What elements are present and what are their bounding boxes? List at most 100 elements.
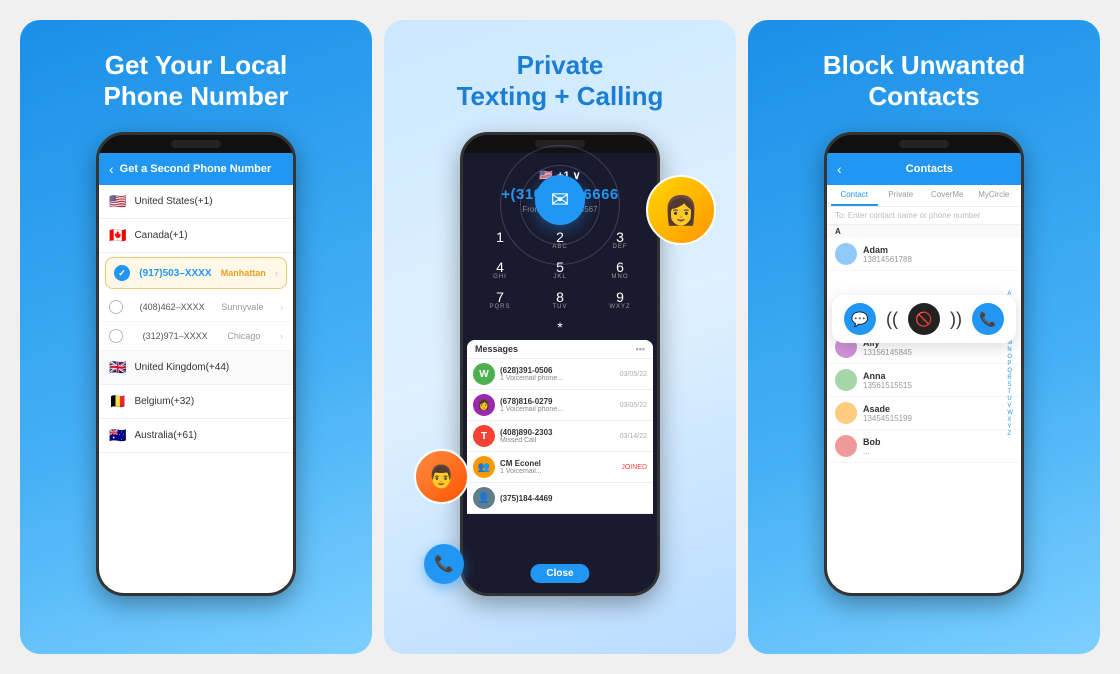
contact-info-anna: Anna 13561515515 [863, 371, 1013, 390]
arrow-icon-3: › [280, 331, 283, 341]
caller-avatar: 👩 [646, 175, 716, 245]
selected-location: Manhattan [221, 268, 266, 278]
phone3: ‹ Contacts Contact Private CoverMe MyCir… [824, 132, 1024, 596]
panel1-title: Get Your Local Phone Number [104, 50, 289, 112]
paren-left: (( [886, 309, 898, 330]
contact-adam[interactable]: Adam 13814561788 [827, 238, 1021, 271]
phone3-notch [827, 135, 1021, 153]
screen1-header: ‹ Get a Second Phone Number [99, 153, 293, 185]
contacts-list: Adam 13814561788 💬 (( 🚫 )) 📞 [827, 238, 1021, 463]
msg-avatar-2: T [473, 425, 495, 447]
option-number-1: (408)462–XXXX [140, 302, 205, 312]
tab-mycircle[interactable]: MyCircle [971, 185, 1018, 206]
country-australia[interactable]: 🇦🇺 Australia(+61) [99, 419, 293, 453]
msg-content-4: (375)184-4469 [500, 494, 642, 503]
country-belgium[interactable]: 🇧🇪 Belgium(+32) [99, 385, 293, 419]
option-location-1: Sunnyvale [221, 302, 263, 312]
key-9[interactable]: 9WXYZ [591, 286, 649, 314]
selected-number: (917)503–XXXX [139, 268, 211, 279]
contact-avatar-asade [835, 402, 857, 424]
contact-anna[interactable]: Anna 13561515515 [827, 364, 1021, 397]
arrow-icon: › [275, 268, 278, 278]
paren-right: )) [950, 309, 962, 330]
tab-contact[interactable]: Contact [831, 185, 878, 206]
country-belgium-label: Belgium(+32) [134, 396, 194, 407]
msg-row-3[interactable]: 👥 CM Econel 1 Voicemail... JOINED [467, 452, 653, 483]
msg-row-0[interactable]: W (628)391-0506 1 Voicemail phone... 03/… [467, 359, 653, 390]
tab-coverme[interactable]: CoverMe [924, 185, 971, 206]
contact-asade[interactable]: Asade 13454515199 [827, 397, 1021, 430]
screen3: ‹ Contacts Contact Private CoverMe MyCir… [827, 153, 1021, 593]
contacts-header-title: Contacts [848, 163, 1011, 175]
panel-block-contacts: Block Unwanted Contacts ‹ Contacts Conta… [748, 20, 1100, 654]
panel3-title: Block Unwanted Contacts [823, 50, 1025, 112]
flag-belgium: 🇧🇪 [109, 393, 126, 410]
contact-phone-ally: 13156145845 [863, 348, 1013, 357]
flag-australia: 🇦🇺 [109, 427, 126, 444]
key-8[interactable]: 8TUV [531, 286, 589, 314]
contact-name-asade: Asade [863, 404, 1013, 414]
country-list: 🇺🇸 United States(+1) 🇨🇦 Canada(+1) ✓ (91… [99, 185, 293, 453]
action-block-icon[interactable]: 🚫 [908, 303, 940, 335]
msg-time-0: 03/05/22 [620, 371, 647, 378]
country-uk-label: United Kingdom(+44) [134, 362, 229, 373]
key-6[interactable]: 6MNO [591, 256, 649, 284]
msg-row-2[interactable]: T (408)890-2303 Missed Call 03/14/22 [467, 421, 653, 452]
msg-avatar-1: 👩 [473, 394, 495, 416]
msg-name-2: (408)890-2303 [500, 428, 615, 437]
back-icon[interactable]: ‹ [109, 161, 114, 177]
phone3-notch-bar [899, 140, 949, 148]
msg-text-0: 1 Voicemail phone... [500, 375, 615, 382]
action-bar: 💬 (( 🚫 )) 📞 [832, 295, 1016, 343]
country-canada-label: Canada(+1) [134, 230, 187, 241]
panel-private-calling: Private Texting + Calling ✉ 👩 🇺🇸 +1 ∨ +(… [384, 20, 736, 654]
action-message-icon[interactable]: 💬 [844, 303, 876, 335]
flag-usa: 🇺🇸 [109, 193, 126, 210]
msg-name-4: (375)184-4469 [500, 494, 642, 503]
contact-phone-asade: 13454515199 [863, 414, 1013, 423]
flag-canada: 🇨🇦 [109, 227, 126, 244]
country-canada[interactable]: 🇨🇦 Canada(+1) [99, 219, 293, 253]
contacts-search[interactable]: To: Enter contact name or phone number [827, 207, 1021, 225]
msg-name-3: CM Econel [500, 459, 616, 468]
tab-private[interactable]: Private [878, 185, 925, 206]
option-row-1[interactable]: (408)462–XXXX Sunnyvale › [99, 293, 293, 322]
contact-phone-anna: 13561515515 [863, 381, 1013, 390]
country-usa[interactable]: 🇺🇸 United States(+1) [99, 185, 293, 219]
phone1: ‹ Get a Second Phone Number 🇺🇸 United St… [96, 132, 296, 596]
messages-header: Messages ••• [467, 340, 653, 359]
flag-uk: 🇬🇧 [109, 359, 126, 376]
phone1-notch [99, 135, 293, 153]
key-7[interactable]: 7PQRS [471, 286, 529, 314]
msg-row-4[interactable]: 👤 (375)184-4469 [467, 483, 653, 514]
msg-content-0: (628)391-0506 1 Voicemail phone... [500, 366, 615, 382]
action-call-icon[interactable]: 📞 [972, 303, 1004, 335]
option-row-2[interactable]: (312)971–XXXX Chicago › [99, 322, 293, 351]
contact-info-bob: Bob ... [863, 437, 1013, 456]
contacts-back-icon[interactable]: ‹ [837, 161, 842, 177]
msg-time-1: 03/05/22 [620, 402, 647, 409]
messages-title: Messages [475, 344, 518, 354]
close-button[interactable]: Close [530, 564, 589, 583]
phone1-wrapper: ‹ Get a Second Phone Number 🇺🇸 United St… [40, 132, 352, 634]
contact-phone-bob: ... [863, 447, 1013, 456]
call-button-float[interactable]: 📞 [424, 544, 464, 584]
option-radio-2 [109, 329, 123, 343]
option-location-2: Chicago [227, 331, 260, 341]
contact-bob[interactable]: Bob ... [827, 430, 1021, 463]
msg-row-1[interactable]: 👩 (678)816-0279 1 Voicemail phone... 03/… [467, 390, 653, 421]
contact-avatar-adam [835, 243, 857, 265]
contact-avatar-bob [835, 435, 857, 457]
msg-name-0: (628)391-0506 [500, 366, 615, 375]
contact-avatar-anna [835, 369, 857, 391]
msg-name-1: (678)816-0279 [500, 397, 615, 406]
country-usa-label: United States(+1) [134, 196, 212, 207]
msg-text-2: Missed Call [500, 437, 615, 444]
msg-avatar-3: 👥 [473, 456, 495, 478]
contact-name-anna: Anna [863, 371, 1013, 381]
key-4[interactable]: 4GHI [471, 256, 529, 284]
key-star[interactable]: * [463, 318, 657, 336]
msg-content-3: CM Econel 1 Voicemail... [500, 459, 616, 475]
selected-number-row[interactable]: ✓ (917)503–XXXX Manhattan › [105, 257, 287, 289]
country-uk[interactable]: 🇬🇧 United Kingdom(+44) [99, 351, 293, 385]
